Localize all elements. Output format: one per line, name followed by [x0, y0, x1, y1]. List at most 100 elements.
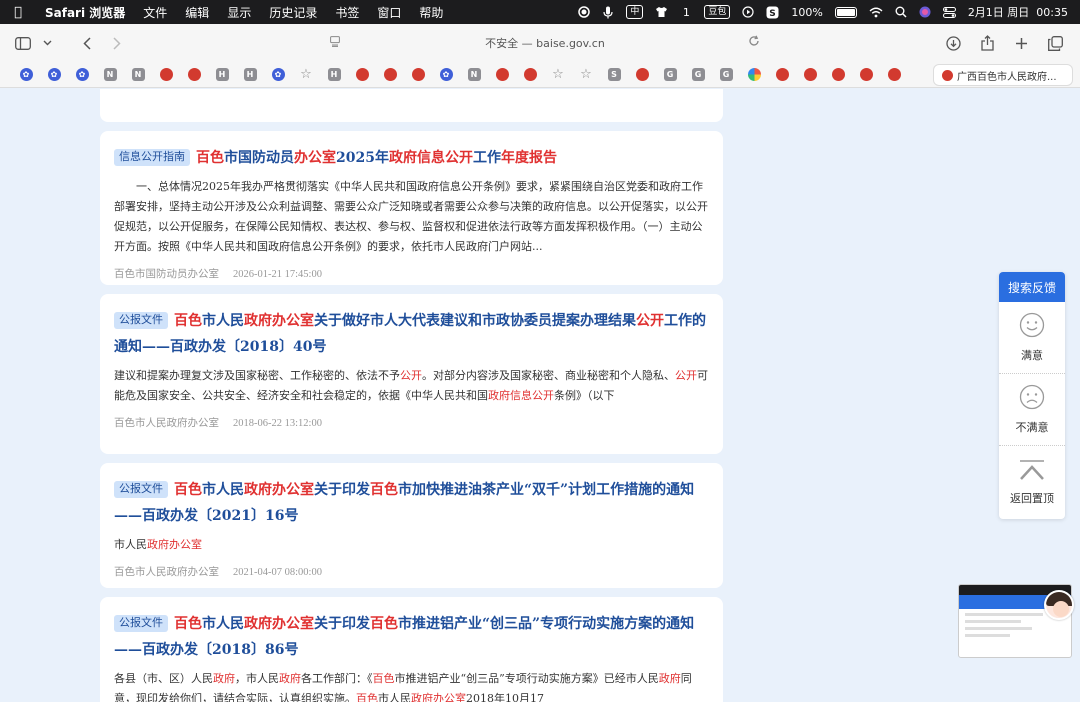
spotlight-search-icon[interactable]: [895, 5, 907, 19]
wifi-icon[interactable]: [869, 5, 883, 19]
favorite-bookmark[interactable]: [740, 66, 768, 84]
svg-text:S: S: [770, 9, 776, 19]
menu-bookmarks[interactable]: 书签: [326, 4, 368, 21]
favorite-bookmark[interactable]: ✿: [68, 66, 96, 84]
microphone-icon[interactable]: [602, 5, 614, 19]
download-icon[interactable]: [940, 30, 966, 56]
favorite-bookmark[interactable]: [404, 66, 432, 84]
page-settings-icon[interactable]: [330, 36, 340, 50]
text-fragment: 市人民: [114, 538, 147, 551]
favorite-bookmark[interactable]: [516, 66, 544, 84]
favorite-bookmark[interactable]: G: [656, 66, 684, 84]
result-meta: 百色市国防动员办公室 2026-01-21 17:45:00: [114, 266, 709, 281]
assistant-avatar[interactable]: [1044, 590, 1074, 620]
menu-app-name[interactable]: Safari 浏览器: [36, 4, 134, 21]
result-title[interactable]: 公报文件 百色市人民政府办公室关于印发百色市推进铝产业“创三品”专项行动实施方案的…: [114, 611, 709, 663]
record-icon[interactable]: [578, 5, 591, 19]
input-method-indicator[interactable]: 中: [626, 5, 644, 19]
favorite-bookmark[interactable]: H: [208, 66, 236, 84]
favorite-bookmark[interactable]: [880, 66, 908, 84]
favorite-bookmark[interactable]: H: [236, 66, 264, 84]
back-to-top-button[interactable]: 返回置顶: [999, 446, 1065, 518]
menu-edit[interactable]: 编辑: [176, 4, 218, 21]
chevron-down-icon[interactable]: [40, 30, 54, 56]
apple-icon[interactable]: : [0, 5, 36, 20]
result-card[interactable]: 信息公开指南 百色市国防动员办公室2025年政府信息公开工作年度报告 一、总体情况…: [100, 131, 723, 285]
paw-icon: ✿: [439, 68, 453, 81]
play-icon[interactable]: [742, 5, 754, 19]
satisfied-label: 满意: [1021, 349, 1043, 362]
forward-icon[interactable]: [104, 30, 130, 56]
satisfied-button[interactable]: 满意: [999, 302, 1065, 374]
siri-icon[interactable]: [919, 5, 931, 19]
favorite-bookmark[interactable]: [824, 66, 852, 84]
result-card[interactable]: 公报文件 百色市人民政府办公室关于印发百色市加快推进油茶产业“双千”计划工作措施的…: [100, 463, 723, 588]
result-title[interactable]: 公报文件 百色市人民政府办公室关于印发百色市加快推进油茶产业“双千”计划工作措施的…: [114, 477, 709, 529]
new-tab-icon[interactable]: [1008, 30, 1034, 56]
favorite-bookmark[interactable]: ☆: [572, 66, 600, 84]
favorite-bookmark[interactable]: ✿: [12, 66, 40, 84]
favorite-bookmark[interactable]: ✿: [40, 66, 68, 84]
active-tab[interactable]: 广西百色市人民政府...: [934, 65, 1072, 85]
doubao-badge[interactable]: 豆包: [704, 5, 731, 19]
result-snippet: 市人民政府办公室: [114, 535, 709, 555]
favorite-bookmark[interactable]: N: [96, 66, 124, 84]
favorite-bookmark[interactable]: [768, 66, 796, 84]
favorite-bookmark[interactable]: H: [320, 66, 348, 84]
favorite-bookmark[interactable]: N: [460, 66, 488, 84]
keyword-highlight: 百色: [174, 313, 202, 329]
favorite-bookmark[interactable]: G: [712, 66, 740, 84]
text-fragment: 建议和提案办理复文涉及国家秘密、工作秘密的、依法不予: [114, 369, 400, 382]
favorite-bookmark[interactable]: [628, 66, 656, 84]
result-title[interactable]: 公报文件 百色市人民政府办公室关于做好市人大代表建议和市政协委员提案办理结果公开工…: [114, 308, 709, 360]
result-card[interactable]: 公报文件 百色市人民政府办公室关于印发百色市推进铝产业“创三品”专项行动实施方案的…: [100, 597, 723, 702]
favorite-bookmark[interactable]: G: [684, 66, 712, 84]
gov-emblem-icon: [411, 68, 425, 81]
menu-view[interactable]: 显示: [218, 4, 260, 21]
favorite-bookmark[interactable]: ✿: [264, 66, 292, 84]
unsatisfied-label: 不满意: [1015, 421, 1049, 434]
favorite-bookmark[interactable]: [852, 66, 880, 84]
share-icon[interactable]: [974, 30, 1000, 56]
shirt-icon[interactable]: [655, 5, 668, 19]
battery-icon[interactable]: [834, 5, 857, 19]
favorite-bookmark[interactable]: S: [600, 66, 628, 84]
menu-file[interactable]: 文件: [134, 4, 176, 21]
menu-history[interactable]: 历史记录: [260, 4, 326, 21]
result-title[interactable]: 信息公开指南 百色市国防动员办公室2025年政府信息公开工作年度报告: [114, 145, 709, 171]
gov-emblem-icon: [859, 68, 873, 81]
control-center-icon[interactable]: [942, 5, 956, 19]
clock-datetime[interactable]: 2月1日 周日 00:35: [968, 5, 1068, 19]
result-card[interactable]: 公报文件 百色市人民政府办公室关于做好市人大代表建议和市政协委员提案办理结果公开工…: [100, 294, 723, 454]
menu-window[interactable]: 窗口: [368, 4, 410, 21]
favorites-bar: ✿ ✿ ✿ N N H H ✿ ☆ H ✿ N ☆ ☆ S G G G 广西百色市人民政府...: [0, 62, 1080, 88]
favorite-bookmark[interactable]: [348, 66, 376, 84]
reload-icon[interactable]: [748, 35, 760, 51]
favorite-bookmark[interactable]: [152, 66, 180, 84]
keyword-highlight: 百色: [370, 616, 398, 632]
gov-emblem-icon: [187, 68, 201, 81]
gov-emblem-icon: [887, 68, 901, 81]
app-s-icon[interactable]: S: [766, 5, 779, 19]
favorite-bookmark[interactable]: [488, 66, 516, 84]
favorite-bookmark[interactable]: [796, 66, 824, 84]
favorite-bookmark[interactable]: ☆: [292, 66, 320, 84]
back-icon[interactable]: [74, 30, 100, 56]
sidebar-toggle-icon[interactable]: [10, 30, 36, 56]
paw-icon: ✿: [19, 68, 33, 81]
unsatisfied-button[interactable]: 不满意: [999, 374, 1065, 446]
result-snippet: 建议和提案办理复文涉及国家秘密、工作秘密的、依法不予公开。对部分内容涉及国家秘密…: [114, 366, 709, 406]
favorite-bookmark[interactable]: ☆: [544, 66, 572, 84]
text-fragment: 2025年: [336, 150, 389, 166]
tab-overview-icon[interactable]: [1042, 30, 1068, 56]
browser-toolbar: 不安全 — baise.gov.cn: [0, 24, 1080, 62]
favorite-bookmark[interactable]: ✿: [432, 66, 460, 84]
result-date: 2026-01-21 17:45:00: [233, 269, 322, 280]
favorite-bookmark[interactable]: [376, 66, 404, 84]
menu-help[interactable]: 帮助: [410, 4, 452, 21]
address-bar[interactable]: 不安全 — baise.gov.cn: [330, 30, 760, 56]
gov-emblem-icon: [523, 68, 537, 81]
favorite-bookmark[interactable]: [180, 66, 208, 84]
text-fragment: 关于做好市人大代表建议和市政协委员提案办理结果: [314, 313, 636, 329]
favorite-bookmark[interactable]: N: [124, 66, 152, 84]
